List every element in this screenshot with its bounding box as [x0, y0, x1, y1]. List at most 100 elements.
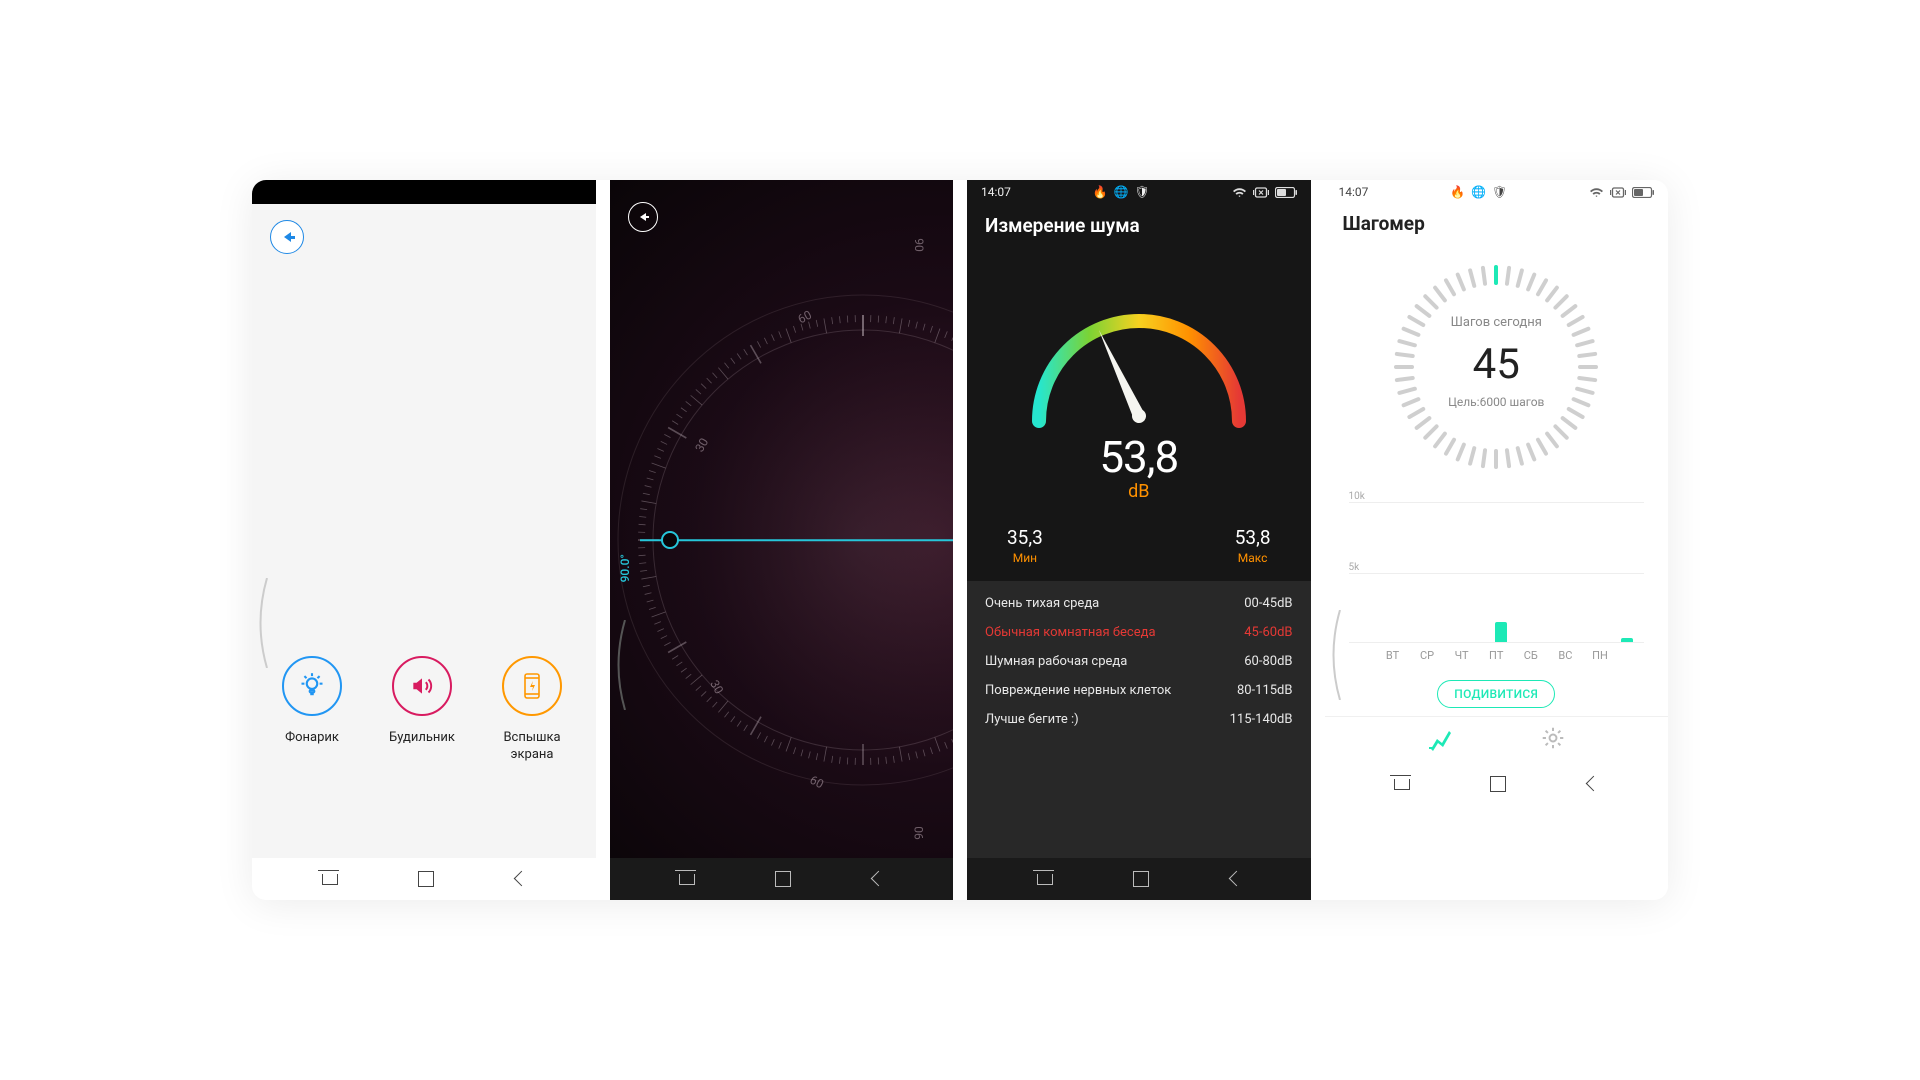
- bar-monday: [1621, 638, 1633, 642]
- nav-recent-icon[interactable]: [679, 874, 695, 885]
- globe-icon: 🌐: [1471, 185, 1486, 199]
- tab-steps[interactable]: [1427, 725, 1455, 757]
- tool-alarm[interactable]: Будильник: [382, 656, 462, 764]
- max-label: Макс: [1235, 551, 1271, 565]
- shield-icon: 🛡: [1492, 185, 1507, 199]
- nav-recent-icon[interactable]: [1037, 874, 1053, 885]
- tool-flashlight[interactable]: Фонарик: [272, 656, 352, 764]
- phone-protractor: 90.0° 90 60 30 30 60 90: [610, 180, 954, 900]
- side-handle-icon[interactable]: [1327, 610, 1341, 700]
- wifi-icon: [1232, 186, 1247, 198]
- nav-home-icon[interactable]: [1490, 776, 1506, 792]
- nav-home-icon[interactable]: [1133, 871, 1149, 887]
- arrow-left-icon: [640, 213, 646, 221]
- gear-icon: [1540, 725, 1566, 751]
- status-bar: 14:07 🔥 🌐 🛡: [967, 180, 1311, 204]
- level-range: 45-60dB: [1244, 625, 1292, 640]
- db-unit: dB: [1128, 481, 1149, 502]
- tick-num: 90: [911, 238, 925, 252]
- bar-friday: [1495, 622, 1507, 642]
- tab-settings[interactable]: [1540, 725, 1566, 757]
- tools-row: Фонарик Будильник: [252, 656, 596, 764]
- level-desc: Лучше бегите :): [985, 712, 1079, 727]
- page-title: Шагомер: [1325, 204, 1669, 239]
- nav-back-icon[interactable]: [514, 873, 526, 885]
- level-row: Очень тихая среда 00-45dB: [985, 589, 1293, 618]
- tool-label: Вспышка экрана: [492, 730, 572, 764]
- baseline: [640, 539, 954, 541]
- ytick: 5k: [1349, 562, 1645, 573]
- side-handle-icon[interactable]: [254, 578, 268, 668]
- status-right-icons: [1589, 186, 1654, 198]
- max-value: 53,8: [1235, 526, 1271, 549]
- status-icons: 🔥 🌐 🛡: [1093, 185, 1150, 199]
- steps-dial-ticks: [1386, 257, 1606, 477]
- battery-icon: [1632, 187, 1654, 198]
- levels-panel: Очень тихая среда 00-45dB Обычная комнат…: [967, 581, 1311, 858]
- phone-pedometer: 14:07 🔥 🌐 🛡 Шагомер Шагов сегодня 45: [1325, 180, 1669, 900]
- db-value: 53,8: [1099, 431, 1178, 483]
- nav-bar: [252, 858, 596, 900]
- tool-screen-flash[interactable]: Вспышка экрана: [492, 656, 572, 764]
- days-row: ВТ СР ЧТ ПТ СБ ВС ПН: [1349, 643, 1645, 662]
- steps-dial: Шагов сегодня 45 Цель:6000 шагов: [1325, 239, 1669, 481]
- side-handle-icon[interactable]: [612, 620, 626, 710]
- level-row: Повреждение нервных клеток 80-115dB: [985, 676, 1293, 705]
- angle-readout: 90.0°: [618, 554, 632, 582]
- level-row: Лучше бегите :) 115-140dB: [985, 705, 1293, 734]
- view-button[interactable]: ПОДИВИТИСЯ: [1437, 680, 1555, 708]
- status-icons: 🔥 🌐 🛡: [1450, 185, 1507, 199]
- shield-icon: 🛡: [1135, 185, 1150, 199]
- tool-label: Фонарик: [285, 730, 339, 747]
- nav-recent-icon[interactable]: [1394, 779, 1410, 790]
- day-label: ЧТ: [1448, 649, 1476, 662]
- nav-back-icon[interactable]: [871, 873, 883, 885]
- day-label: СР: [1413, 649, 1441, 662]
- level-range: 60-80dB: [1244, 654, 1292, 669]
- level-range: 00-45dB: [1244, 596, 1292, 611]
- globe-icon: 🌐: [1114, 185, 1129, 199]
- sound-icon: [392, 656, 452, 716]
- min-value: 35,3: [1007, 526, 1043, 549]
- ytick: 10k: [1349, 491, 1645, 502]
- week-chart: 10k 5k ВТ СР ЧТ ПТ СБ ВС ПН: [1325, 481, 1669, 664]
- nav-back-icon[interactable]: [1229, 873, 1241, 885]
- footer-tabs: [1325, 716, 1669, 763]
- day-label: ПТ: [1482, 649, 1510, 662]
- phone-flash-icon: [502, 656, 562, 716]
- gauge: 53,8 dB: [967, 243, 1311, 512]
- nav-bar: [967, 858, 1311, 900]
- day-label: ВТ: [1379, 649, 1407, 662]
- flame-icon: 🔥: [1093, 185, 1108, 199]
- back-button[interactable]: [628, 202, 658, 232]
- status-time: 14:07: [981, 185, 1011, 199]
- day-label: ВС: [1551, 649, 1579, 662]
- minmax-row: 35,3 Мин 53,8 Макс: [967, 512, 1311, 581]
- wifi-icon: [1589, 186, 1604, 198]
- gauge-arc: [999, 251, 1279, 451]
- tick-num: 90: [911, 826, 925, 840]
- level-range: 115-140dB: [1230, 712, 1293, 727]
- status-bar: [252, 180, 596, 204]
- nav-bar: [1325, 763, 1669, 805]
- max-block: 53,8 Макс: [1235, 526, 1271, 565]
- nav-home-icon[interactable]: [418, 871, 434, 887]
- nav-back-icon[interactable]: [1586, 778, 1598, 790]
- level-desc: Повреждение нервных клеток: [985, 683, 1171, 698]
- back-button[interactable]: [270, 220, 304, 254]
- bulb-icon: [282, 656, 342, 716]
- vibrate-icon: [1253, 187, 1269, 198]
- nav-bar: [610, 858, 954, 900]
- day-label: СБ: [1517, 649, 1545, 662]
- min-label: Мин: [1007, 551, 1043, 565]
- level-range: 80-115dB: [1237, 683, 1293, 698]
- nav-recent-icon[interactable]: [322, 874, 338, 885]
- level-desc: Шумная рабочая среда: [985, 654, 1127, 669]
- body: Фонарик Будильник: [252, 262, 596, 858]
- angle-handle[interactable]: [661, 531, 679, 549]
- header: [252, 204, 596, 262]
- page-title: Измерение шума: [967, 204, 1311, 243]
- four-phone-collage: Фонарик Будильник: [252, 180, 1668, 900]
- min-block: 35,3 Мин: [1007, 526, 1043, 565]
- nav-home-icon[interactable]: [775, 871, 791, 887]
